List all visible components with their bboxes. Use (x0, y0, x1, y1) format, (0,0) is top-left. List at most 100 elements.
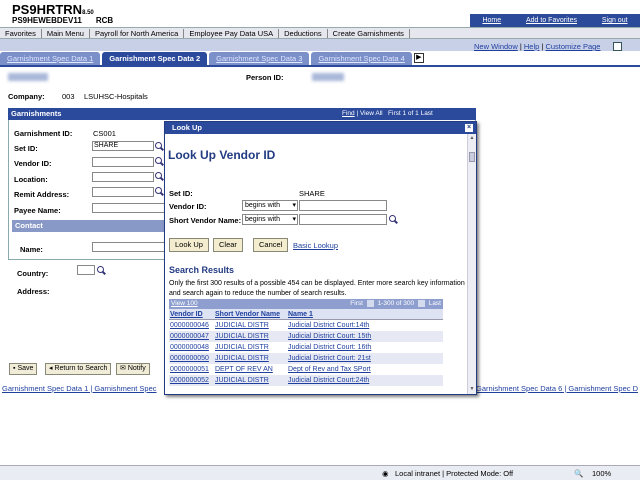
short-vendor-name-input[interactable] (299, 214, 387, 225)
vendor-id-lookup-icon[interactable] (155, 157, 162, 164)
menu-create-garnishments[interactable]: Create Garnishments (328, 28, 410, 38)
lookup-button[interactable]: Look Up (169, 238, 209, 252)
dialog-header: Look Up (165, 122, 476, 134)
location-input[interactable] (92, 172, 154, 182)
footer-links-left[interactable]: Garnishment Spec Data 1 | Garnishment Sp… (2, 384, 157, 393)
browser-status-bar: ◉ Local intranet | Protected Mode: Off 🔍… (0, 465, 640, 480)
short-vendor-operator-select[interactable]: begins with ▾ (242, 214, 298, 225)
garnishments-section-header: Garnishments Find | View All First 1 of … (8, 108, 476, 120)
vendor-id-operator-select[interactable]: begins with ▾ (242, 200, 298, 211)
company-label: Company: (8, 92, 45, 101)
name-1-cell[interactable]: Judicial District Court: 16th (287, 342, 443, 353)
set-id-input[interactable]: SHARE (92, 141, 154, 151)
table-row: 0000000048 JUDICIAL DISTR Judicial Distric… (169, 342, 443, 353)
country-input[interactable] (77, 265, 95, 275)
tab-spec-data-3[interactable]: Garnishment Spec Data 3 (209, 52, 310, 65)
company-name: LSUHSC-Hospitals (84, 92, 148, 101)
remit-address-input[interactable] (92, 187, 154, 197)
cancel-button[interactable]: Cancel (253, 238, 289, 252)
scroll-thumb[interactable] (469, 152, 475, 162)
chevron-down-icon: ▾ (292, 202, 296, 209)
payee-name-input[interactable] (92, 203, 166, 213)
next-arrow-icon[interactable] (417, 299, 425, 307)
menu-main[interactable]: Main Menu (42, 28, 90, 38)
lookup-set-id-value: SHARE (299, 189, 325, 198)
short-vendor-lookup-icon[interactable] (389, 215, 396, 222)
dialog-title: Look Up Vendor ID (168, 148, 276, 162)
close-icon[interactable]: × (465, 124, 473, 132)
vendor-id-input[interactable] (92, 157, 154, 167)
save-button[interactable]: ▪ Save (9, 363, 38, 375)
country-label: Country: (17, 269, 49, 278)
customize-page-link[interactable]: Customize Page (545, 42, 600, 51)
vendor-id-cell[interactable]: 0000000048 (169, 342, 214, 353)
lookup-vendor-id-input[interactable] (299, 200, 387, 211)
tab-spec-data-4[interactable]: Garnishment Spec Data 4 (311, 52, 412, 65)
sign-out-link[interactable]: Sign out (602, 17, 628, 24)
prev-arrow-icon[interactable] (366, 299, 374, 307)
remit-address-lookup-icon[interactable] (155, 187, 162, 194)
menu-employee-pay[interactable]: Employee Pay Data USA (184, 28, 280, 38)
short-name-cell[interactable]: JUDICIAL DISTR (214, 320, 287, 331)
results-grid: View 100 First 1-300 of 300 Last Vendor … (169, 299, 443, 386)
find-link[interactable]: Find (342, 110, 355, 117)
col-vendor-id[interactable]: Vendor ID (169, 309, 214, 319)
tab-spec-data-1[interactable]: Garnishment Spec Data 1 (0, 52, 101, 65)
name-1-cell[interactable]: Dept of Rev and Tax SPort (287, 364, 443, 375)
return-to-search-button[interactable]: ◂ Return to Search (45, 363, 112, 375)
location-lookup-icon[interactable] (155, 172, 162, 179)
name-1-cell[interactable]: Judicial District Court: 15th (287, 331, 443, 342)
col-name-1[interactable]: Name 1 (287, 309, 443, 319)
tab-next-arrow-icon[interactable]: ▶ (413, 53, 424, 63)
short-name-cell[interactable]: JUDICIAL DISTR (214, 342, 287, 353)
zoom-level[interactable]: 100% (592, 469, 611, 478)
vendor-id-cell[interactable]: 0000000047 (169, 331, 214, 342)
clear-button[interactable]: Clear (213, 238, 243, 252)
col-short-vendor-name[interactable]: Short Vendor Name (214, 309, 287, 319)
name-1-cell[interactable]: Judicial District Court:24th (287, 375, 443, 386)
short-name-cell[interactable]: JUDICIAL DISTR (214, 353, 287, 364)
zoom-icon[interactable]: 🔍 (574, 469, 583, 478)
contact-name-label: Name: (20, 245, 43, 254)
add-favorites-link[interactable]: Add to Favorites (526, 17, 577, 24)
vendor-id-cell[interactable]: 0000000050 (169, 353, 214, 364)
page-icon[interactable] (613, 42, 622, 51)
vendor-id-cell[interactable]: 0000000051 (169, 364, 214, 375)
country-lookup-icon[interactable] (97, 266, 104, 273)
view-all-link[interactable]: View All (360, 110, 383, 117)
set-id-lookup-icon[interactable] (155, 142, 162, 149)
tab-spec-data-2[interactable]: Garnishment Spec Data 2 (102, 52, 208, 65)
remit-address-label: Remit Address: (14, 190, 70, 199)
grid-last-label: Last (428, 300, 441, 307)
blurred-person-id (312, 73, 344, 81)
notify-button[interactable]: ✉ Notify (116, 363, 150, 375)
scroll-up-icon[interactable]: ▲ (469, 135, 475, 141)
top-links: Home Add to Favorites Sign out (470, 14, 640, 27)
company-code: 003 (62, 92, 75, 101)
db-user-label: PS9HEWEBDEV11 RCB (12, 16, 114, 25)
name-1-cell[interactable]: Judicial District Court:14th (287, 320, 443, 331)
menu-deductions[interactable]: Deductions (279, 28, 328, 38)
basic-lookup-link[interactable]: Basic Lookup (293, 241, 338, 250)
short-name-cell[interactable]: JUDICIAL DISTR (214, 331, 287, 342)
vendor-id-cell[interactable]: 0000000052 (169, 375, 214, 386)
contact-name-input[interactable] (92, 242, 166, 252)
view-100-link[interactable]: View 100 (171, 299, 198, 309)
person-id-label: Person ID: (246, 73, 284, 82)
footer-links-right[interactable]: Garnishment Spec Data 6 | Garnishment Sp… (476, 384, 638, 393)
new-window-link[interactable]: New Window (474, 42, 518, 51)
home-link[interactable]: Home (482, 17, 501, 24)
help-link[interactable]: Help (524, 42, 539, 51)
menu-payroll[interactable]: Payroll for North America (90, 28, 185, 38)
notify-icon: ✉ (120, 365, 128, 372)
scroll-down-icon[interactable]: ▼ (469, 386, 475, 392)
dialog-scrollbar[interactable]: ▲ ▼ (467, 134, 476, 394)
vendor-id-cell[interactable]: 0000000046 (169, 320, 214, 331)
grid-rows: 0000000046 JUDICIAL DISTR Judicial Distric… (169, 320, 443, 386)
name-1-cell[interactable]: Judicial District Court: 21st (287, 353, 443, 364)
short-name-cell[interactable]: DEPT OF REV AN (214, 364, 287, 375)
menu-favorites[interactable]: Favorites (0, 28, 42, 38)
page-tabs: Garnishment Spec Data 1 Garnishment Spec… (0, 52, 424, 65)
short-name-cell[interactable]: JUDICIAL DISTR (214, 375, 287, 386)
blurred-employee-name (8, 73, 48, 81)
